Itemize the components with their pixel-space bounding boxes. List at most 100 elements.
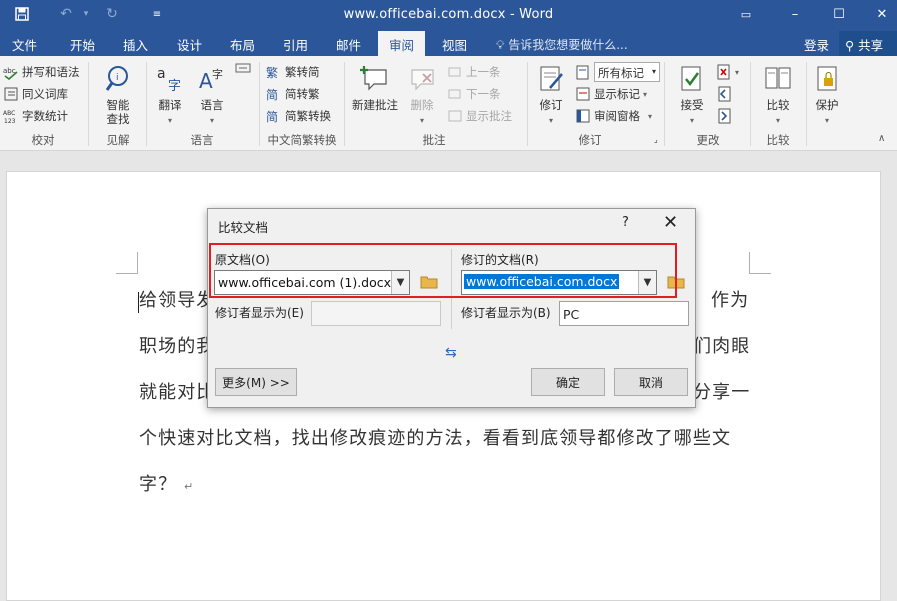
ribbon: abc 拼写和语法 同义词库 ABC 123 字数统计 校对 i 智能查找 见解 …: [0, 56, 897, 151]
traditional-to-simplified-button[interactable]: 繁 繁转简: [266, 64, 320, 80]
collapse-ribbon-icon[interactable]: ∧: [878, 133, 885, 144]
reject-button[interactable]: ▾: [716, 64, 739, 80]
original-author-field[interactable]: [311, 301, 441, 326]
accept-icon: [681, 66, 701, 91]
text-fragment: 分享一: [693, 382, 751, 403]
text-cursor: [138, 292, 139, 313]
svg-text:i: i: [116, 73, 119, 83]
original-author-label: 修订者显示为(E): [215, 306, 304, 320]
chevron-down-icon[interactable]: ▼: [638, 271, 656, 294]
share-label: 共享: [858, 38, 884, 53]
tell-me-text: 告诉我您想要做什么...: [508, 38, 628, 52]
ok-button[interactable]: 确定: [531, 368, 605, 396]
maximize-button[interactable]: ☐: [826, 4, 852, 24]
svg-text:繁: 繁: [266, 65, 278, 80]
smart-lookup-icon: i: [105, 66, 128, 91]
spelling-grammar-button[interactable]: abc 拼写和语法: [3, 64, 80, 81]
browse-original-folder-icon[interactable]: [420, 275, 438, 289]
previous-change-button[interactable]: [716, 86, 735, 102]
thesaurus-button[interactable]: 同义词库: [3, 86, 68, 102]
markup-display-select[interactable]: 所有标记 ▾: [575, 62, 660, 82]
group-label-proofing: 校对: [31, 133, 55, 147]
svg-text:ABC: ABC: [3, 110, 15, 117]
browse-revised-folder-icon[interactable]: [667, 275, 685, 289]
language-button[interactable]: A字 语言 ▾: [193, 64, 231, 128]
tab-mailings[interactable]: 邮件: [336, 35, 361, 54]
compare-button[interactable]: 比较 ▾: [758, 64, 798, 128]
text-line: 字？ ↵: [139, 474, 195, 495]
next-comment-icon: [447, 86, 463, 102]
trad-to-simp-icon: 繁: [266, 64, 282, 80]
revised-author-field[interactable]: PC: [559, 301, 689, 326]
markup-display-icon: [575, 64, 591, 80]
group-separator: [664, 62, 665, 146]
show-comments-button[interactable]: 显示批注: [447, 108, 512, 124]
translate-button[interactable]: a字 翻译 ▾: [151, 64, 189, 128]
chevron-down-icon: ▾: [775, 116, 780, 125]
delete-comment-button[interactable]: 删除 ▾: [404, 64, 440, 128]
minimize-button[interactable]: –: [782, 4, 808, 24]
protect-icon: [817, 66, 837, 91]
simplified-to-traditional-button[interactable]: 简 简转繁: [266, 86, 320, 102]
ribbon-display-options-icon[interactable]: ▭: [733, 4, 759, 24]
swap-arrows-icon[interactable]: ⇆: [445, 345, 457, 361]
tab-insert[interactable]: 插入: [123, 35, 148, 54]
original-document-value: www.officebai.com (1).docx: [218, 275, 392, 290]
chevron-down-icon[interactable]: ▼: [391, 271, 409, 294]
tab-file[interactable]: 文件: [12, 35, 37, 54]
text-fragment: 作为: [711, 290, 750, 311]
close-window-button[interactable]: ✕: [869, 4, 895, 24]
show-markup-icon: [575, 86, 591, 102]
dialog-close-button[interactable]: ✕: [663, 212, 678, 233]
track-changes-button[interactable]: 修订 ▾: [533, 64, 569, 128]
reject-icon: [716, 64, 732, 80]
svg-text:简: 简: [266, 88, 278, 102]
chevron-down-icon: ▾: [648, 111, 653, 121]
next-change-button[interactable]: [716, 108, 735, 124]
tab-view[interactable]: 视图: [442, 35, 467, 54]
group-label-changes: 更改: [696, 133, 720, 147]
revised-document-label: 修订的文档(R): [461, 253, 539, 267]
window-title: www.officebai.com.docx - Word: [343, 7, 554, 22]
chevron-down-icon: ▾: [735, 67, 740, 77]
share-button[interactable]: ⚲ 共享: [839, 31, 897, 56]
sign-in-link[interactable]: 登录: [804, 35, 829, 54]
group-separator: [344, 62, 345, 146]
tracking-options-launcher-icon[interactable]: ⌟: [654, 135, 658, 144]
language-extra-icon[interactable]: [235, 62, 254, 78]
help-button[interactable]: ?: [622, 215, 629, 230]
smart-lookup-button[interactable]: i 智能查找: [98, 64, 138, 126]
tell-me-search[interactable]: 💡︎ 告诉我您想要做什么...: [496, 36, 628, 53]
paragraph-mark: ↵: [184, 480, 195, 493]
tab-review[interactable]: 审阅: [378, 31, 426, 56]
translate-icon: a字: [157, 66, 181, 94]
revised-document-combo[interactable]: www.officebai.com.docx ▼: [461, 270, 657, 295]
cancel-button[interactable]: 取消: [614, 368, 688, 396]
group-label-compare: 比较: [766, 133, 790, 147]
group-separator: [806, 62, 807, 146]
chinese-conversion-button[interactable]: 简 简繁转换: [266, 108, 331, 124]
original-document-combo[interactable]: www.officebai.com (1).docx ▼: [214, 270, 410, 295]
delete-comment-icon: [411, 69, 434, 91]
protect-button[interactable]: 保护 ▾: [808, 64, 846, 128]
crop-mark: [116, 252, 138, 274]
person-icon: ⚲: [845, 38, 855, 53]
next-comment-button[interactable]: 下一条: [447, 86, 501, 102]
svg-text:123: 123: [4, 118, 16, 124]
tab-references[interactable]: 引用: [283, 35, 308, 54]
accept-button[interactable]: 接受 ▾: [672, 64, 712, 128]
word-count-button[interactable]: ABC 123 字数统计: [3, 108, 68, 125]
chevron-down-icon: ▾: [209, 116, 214, 125]
title-bar: ↶ ▾ ↻ ≡ www.officebai.com.docx - Word ▭ …: [0, 0, 897, 30]
new-comment-button[interactable]: 新建批注: [348, 64, 402, 112]
show-markup-button[interactable]: 显示标记 ▾: [575, 86, 647, 102]
group-label-comments: 批注: [422, 133, 446, 147]
tab-layout[interactable]: 布局: [230, 35, 255, 54]
revised-document-value: www.officebai.com.docx: [464, 274, 620, 289]
previous-comment-button[interactable]: 上一条: [447, 64, 501, 80]
tab-home[interactable]: 开始: [70, 35, 95, 54]
markup-select-box[interactable]: 所有标记 ▾: [594, 62, 660, 82]
reviewing-pane-button[interactable]: 审阅窗格 ▾: [575, 108, 652, 124]
tab-design[interactable]: 设计: [177, 35, 202, 54]
more-options-button[interactable]: 更多(M) >>: [215, 368, 297, 396]
